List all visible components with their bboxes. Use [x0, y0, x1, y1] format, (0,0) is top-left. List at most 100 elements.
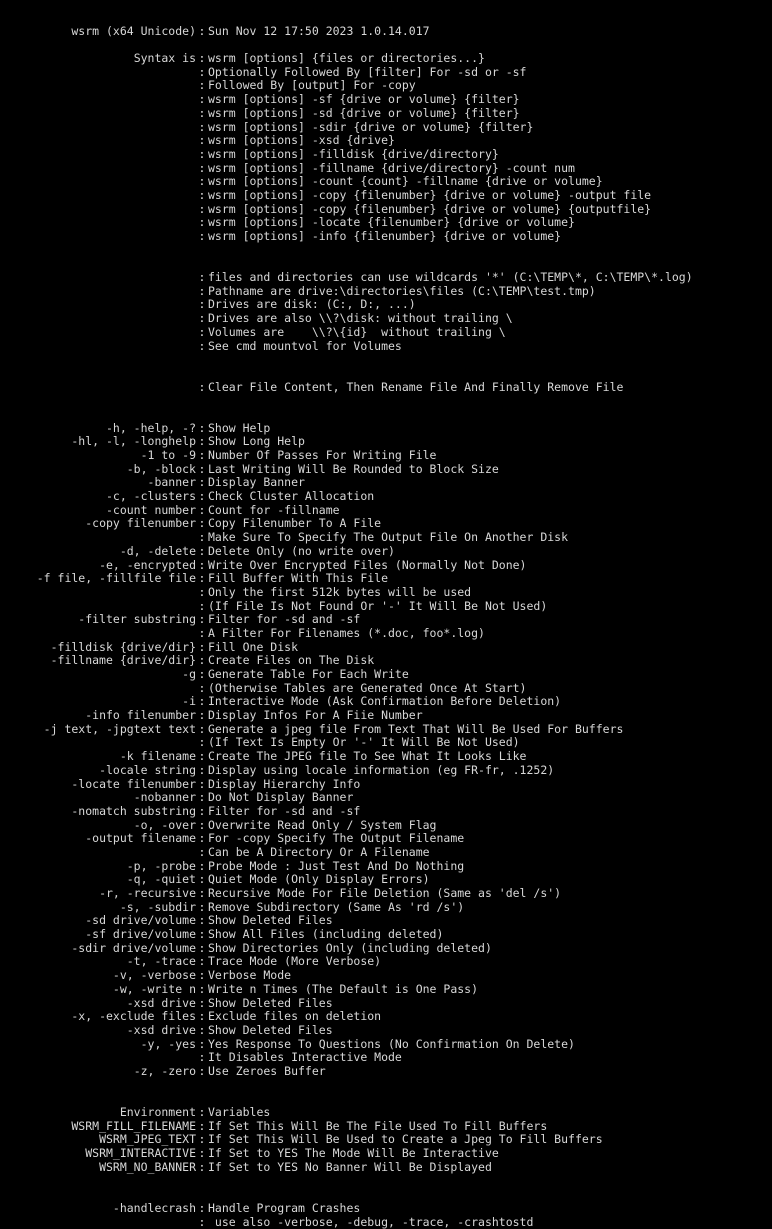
- colon-separator: :: [196, 682, 208, 696]
- colon-separator: :: [196, 25, 208, 39]
- console-line: -w, -write n:Write n Times (The Default …: [0, 983, 772, 997]
- option-description: (If Text Is Empty Or '-' It Will Be Not …: [208, 736, 520, 750]
- option-name: -b, -block: [0, 463, 196, 477]
- option-name: -fillname {drive/dir}: [0, 654, 196, 668]
- option-description: Count for -fillname: [208, 504, 340, 518]
- console-line: -i:Interactive Mode (Ask Confirmation Be…: [0, 695, 772, 709]
- option-name: -s, -subdir: [0, 901, 196, 915]
- console-line: : use also -verbose, -debug, -trace, -cr…: [0, 1216, 772, 1229]
- console-line: -info filenumber:Display Infos For A Fii…: [0, 709, 772, 723]
- option-name: -j text, -jpgtext text: [0, 723, 196, 737]
- console-line: -t, -trace:Trace Mode (More Verbose): [0, 955, 772, 969]
- option-description: Show All Files (including deleted): [208, 928, 443, 942]
- console-line: -locate filenumber:Display Hierarchy Inf…: [0, 778, 772, 792]
- option-description: Filter for -sd and -sf: [208, 805, 360, 819]
- option-name: -1 to -9: [0, 449, 196, 463]
- console-line: :Optionally Followed By [filter] For -sd…: [0, 66, 772, 80]
- option-description: wsrm [options] -sf {drive or volume} {fi…: [208, 93, 520, 107]
- console-line: :wsrm [options] -locate {filenumber} {dr…: [0, 216, 772, 230]
- colon-separator: :: [196, 572, 208, 586]
- colon-separator: :: [196, 791, 208, 805]
- console-line: -y, -yes:Yes Response To Questions (No C…: [0, 1038, 772, 1052]
- console-blank-line: [0, 257, 772, 271]
- colon-separator: :: [196, 175, 208, 189]
- colon-separator: :: [196, 326, 208, 340]
- colon-separator: :: [196, 476, 208, 490]
- colon-separator: :: [196, 1106, 208, 1120]
- colon-separator: :: [196, 504, 208, 518]
- console-line: Environment:Variables: [0, 1106, 772, 1120]
- option-description: Quiet Mode (Only Display Errors): [208, 873, 430, 887]
- option-description: Number Of Passes For Writing File: [208, 449, 436, 463]
- option-description: use also -verbose, -debug, -trace, -cras…: [208, 1216, 533, 1229]
- console-line: -banner:Display Banner: [0, 476, 772, 490]
- option-description: Trace Mode (More Verbose): [208, 955, 381, 969]
- console-line: :Clear File Content, Then Rename File An…: [0, 381, 772, 395]
- option-description: wsrm [options] -locate {filenumber} {dri…: [208, 216, 575, 230]
- option-name: -locale string: [0, 764, 196, 778]
- console-line: :wsrm [options] -copy {filenumber} {driv…: [0, 189, 772, 203]
- colon-separator: :: [196, 463, 208, 477]
- option-name: -nomatch substring: [0, 805, 196, 819]
- console-line: :It Disables Interactive Mode: [0, 1051, 772, 1065]
- option-description: wsrm [options] -xsd {drive}: [208, 134, 395, 148]
- console-line: :Can be A Directory Or A Filename: [0, 846, 772, 860]
- console-line: -h, -help, -?:Show Help: [0, 422, 772, 436]
- console-line: :wsrm [options] -xsd {drive}: [0, 134, 772, 148]
- console-blank-line: [0, 11, 772, 25]
- option-description: Show Deleted Files: [208, 1024, 333, 1038]
- colon-separator: :: [196, 517, 208, 531]
- option-name: -handlecrash: [0, 1202, 196, 1216]
- option-description: Sun Nov 12 17:50 2023 1.0.14.017: [208, 25, 430, 39]
- colon-separator: :: [196, 449, 208, 463]
- console-line: -nobanner:Do Not Display Banner: [0, 791, 772, 805]
- colon-separator: :: [196, 901, 208, 915]
- console-line: -filter substring:Filter for -sd and -sf: [0, 613, 772, 627]
- option-description: Clear File Content, Then Rename File And…: [208, 381, 623, 395]
- colon-separator: :: [196, 887, 208, 901]
- option-description: files and directories can use wildcards …: [208, 271, 693, 285]
- console-line: :wsrm [options] -filldisk {drive/directo…: [0, 148, 772, 162]
- option-name: -filldisk {drive/dir}: [0, 641, 196, 655]
- option-name: WSRM_FILL_FILENAME: [0, 1120, 196, 1134]
- colon-separator: :: [196, 162, 208, 176]
- option-name: Environment: [0, 1106, 196, 1120]
- option-name: -k filename: [0, 750, 196, 764]
- console-line: wsrm (x64 Unicode):Sun Nov 12 17:50 2023…: [0, 25, 772, 39]
- option-description: Fill Buffer With This File: [208, 572, 388, 586]
- colon-separator: :: [196, 559, 208, 573]
- console-blank-line: [0, 1188, 772, 1202]
- option-description: Remove Subdirectory (Same As 'rd /s'): [208, 901, 464, 915]
- console-line: :wsrm [options] -sdir {drive or volume} …: [0, 121, 772, 135]
- colon-separator: :: [196, 230, 208, 244]
- colon-separator: :: [196, 1202, 208, 1216]
- colon-separator: :: [196, 1010, 208, 1024]
- console-line: :Followed By [output] For -copy: [0, 79, 772, 93]
- option-description: wsrm [options] -sd {drive or volume} {fi…: [208, 107, 520, 121]
- option-description: Probe Mode : Just Test And Do Nothing: [208, 860, 464, 874]
- console-line: -j text, -jpgtext text:Generate a jpeg f…: [0, 723, 772, 737]
- colon-separator: :: [196, 1133, 208, 1147]
- option-description: Make Sure To Specify The Output File On …: [208, 531, 568, 545]
- option-description: Followed By [output] For -copy: [208, 79, 416, 93]
- colon-separator: :: [196, 93, 208, 107]
- colon-separator: :: [196, 52, 208, 66]
- colon-separator: :: [196, 969, 208, 983]
- colon-separator: :: [196, 627, 208, 641]
- option-description: (Otherwise Tables are Generated Once At …: [208, 682, 527, 696]
- colon-separator: :: [196, 778, 208, 792]
- option-description: Show Long Help: [208, 435, 305, 449]
- colon-separator: :: [196, 750, 208, 764]
- option-description: It Disables Interactive Mode: [208, 1051, 402, 1065]
- option-description: Pathname are drive:\directories\files (C…: [208, 285, 596, 299]
- colon-separator: :: [196, 107, 208, 121]
- console-line: -fillname {drive/dir}:Create Files on Th…: [0, 654, 772, 668]
- colon-separator: :: [196, 531, 208, 545]
- colon-separator: :: [196, 928, 208, 942]
- console-line: -nomatch substring:Filter for -sd and -s…: [0, 805, 772, 819]
- console-line: -g:Generate Table For Each Write: [0, 668, 772, 682]
- option-description: wsrm [options] -filldisk {drive/director…: [208, 148, 499, 162]
- colon-separator: :: [196, 613, 208, 627]
- option-name: -o, -over: [0, 819, 196, 833]
- option-name: -e, -encrypted: [0, 559, 196, 573]
